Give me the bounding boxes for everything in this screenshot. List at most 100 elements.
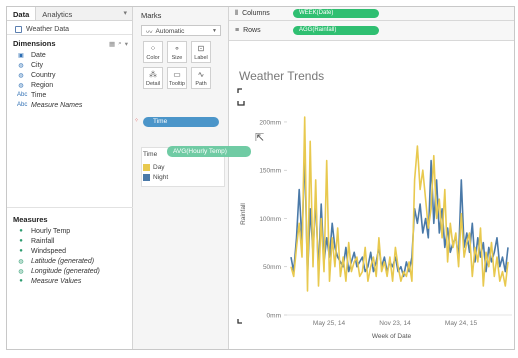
field-date[interactable]: ▣ Date (7, 50, 132, 60)
field-rainfall[interactable]: ● Rainfall (7, 236, 133, 246)
y-tick-label: 100mm (259, 216, 281, 223)
dimensions-tools: ▦ ⌕ ▾ (109, 40, 132, 48)
globe-icon: ◍ (18, 62, 24, 69)
line-icon: 〰 (146, 29, 153, 36)
label-button-label: Label (194, 55, 208, 61)
tooltip-button[interactable]: ▭ Tooltip (167, 67, 187, 89)
globe-icon: ◍ (18, 268, 24, 275)
detail-icon: ⁂ (149, 70, 157, 79)
menu-arrow-icon[interactable]: ▾ (125, 40, 128, 48)
chart-title: Weather Trends (239, 69, 325, 83)
label-button[interactable]: ⊡ Label (191, 41, 211, 63)
y-tick-label: 0mm (267, 313, 281, 320)
size-button[interactable]: ⚬ Size (167, 41, 187, 63)
rows-label-text: Rows (243, 27, 261, 34)
measure-icon: ● (19, 248, 23, 254)
datasource-item[interactable]: Weather Data (7, 21, 132, 35)
color-button-label: Color (146, 55, 160, 61)
label-icon: ⊡ (197, 44, 205, 53)
field-label: Measure Names (31, 101, 83, 109)
field-measure-names[interactable]: Abc Measure Names (7, 100, 132, 110)
size-icon: ⚬ (173, 44, 181, 53)
series-line-day (290, 116, 509, 292)
detail-button-label: Detail (145, 81, 161, 87)
field-hourly-temp[interactable]: ● Hourly Temp (7, 226, 133, 236)
path-button-label: Path (195, 81, 207, 87)
tab-analytics[interactable]: Analytics (36, 7, 78, 20)
measure-icon: ● (19, 228, 23, 234)
data-pane-tabs: Data Analytics ▾ (7, 7, 132, 21)
globe-icon: ◍ (18, 82, 24, 89)
path-button[interactable]: ∿ Path (191, 67, 211, 89)
columns-icon: ⦀ (235, 9, 239, 17)
measures-title: Measures (13, 215, 48, 224)
field-time[interactable]: Abc Time (7, 90, 132, 100)
move-cursor-icon: ⇱ (255, 132, 265, 144)
datasource-label: Weather Data (26, 25, 70, 33)
field-label: City (31, 61, 44, 69)
globe-icon: ◍ (18, 258, 24, 265)
chevron-down-icon[interactable]: ▾ (123, 7, 132, 20)
y-tick-label: 150mm (259, 168, 281, 175)
columns-label-text: Columns (242, 10, 270, 17)
measures-header: Measures (7, 211, 133, 226)
legend-label: Night (153, 174, 169, 181)
field-label: Country (31, 71, 56, 79)
tableau-window: Data Analytics ▾ Weather Data Dimensions… (6, 6, 515, 350)
tooltip-icon: ▭ (173, 70, 181, 79)
field-longitude[interactable]: ◍ Longitude (generated) (7, 266, 133, 276)
tab-data[interactable]: Data (7, 7, 37, 20)
color-pill-time[interactable]: Time (143, 117, 219, 127)
tooltip-button-label: Tooltip (169, 81, 185, 87)
x-tick-label: May 25, 14 (313, 320, 346, 327)
swatch-day (143, 164, 150, 171)
measure-icon: ● (19, 238, 23, 244)
rows-icon: ≡ (235, 27, 240, 34)
rows-shelf[interactable]: ≡ Rows AGG(Rainfall) (229, 21, 514, 41)
field-measure-values[interactable]: ● Measure Values (7, 276, 133, 286)
swatch-night (143, 174, 150, 181)
view-grid-icon[interactable]: ▦ (109, 40, 115, 48)
field-label: Latitude (generated) (31, 257, 95, 265)
legend-item-night[interactable]: Night (143, 174, 168, 181)
selection-corner (237, 101, 245, 106)
search-icon[interactable]: ⌕ (118, 40, 122, 48)
field-city[interactable]: ◍ City (7, 60, 132, 70)
selection-corner (237, 88, 242, 93)
rows-pill-agg-rainfall[interactable]: AGG(Rainfall) (293, 26, 379, 35)
field-latitude[interactable]: ◍ Latitude (generated) (7, 256, 133, 266)
field-region[interactable]: ◍ Region (7, 80, 132, 90)
y-axis-label: Rainfall (240, 203, 247, 225)
x-tick-label: Nov 23, 14 (379, 320, 411, 327)
data-pane: Data Analytics ▾ Weather Data Dimensions… (7, 7, 133, 349)
field-label: Hourly Temp (31, 227, 71, 235)
mark-type-label: Automatic (155, 27, 185, 35)
detail-button[interactable]: ⁂ Detail (143, 67, 163, 89)
legend-label: Day (153, 164, 165, 171)
abc-icon: Abc (17, 92, 28, 98)
x-tick-label: May 24, 15 (445, 320, 478, 327)
dimensions-title: Dimensions (13, 39, 56, 48)
path-icon: ∿ (197, 70, 205, 79)
abc-icon: Abc (17, 102, 28, 108)
field-label: Longitude (generated) (31, 267, 100, 275)
field-country[interactable]: ◍ Country (7, 70, 132, 80)
measure-icon: ● (19, 278, 23, 284)
legend-item-day[interactable]: Day (143, 164, 165, 171)
calendar-icon: ▣ (18, 52, 24, 59)
field-label: Region (31, 81, 54, 89)
legend-title: Time (143, 151, 158, 158)
color-button[interactable]: ⁘ Color (143, 41, 163, 63)
chevron-down-icon: ▼ (212, 28, 217, 34)
field-label: Windspeed (31, 247, 67, 255)
y-tick-label: 200mm (259, 119, 281, 126)
mark-type-select[interactable]: 〰 Automatic ▼ (141, 25, 221, 36)
field-windspeed[interactable]: ● Windspeed (7, 246, 133, 256)
selection-corner (237, 319, 242, 324)
database-icon (15, 25, 22, 33)
columns-shelf[interactable]: ⦀ Columns WEEK(Date) (229, 7, 514, 21)
y-tick-label: 50mm (263, 264, 281, 271)
columns-pill-week-date[interactable]: WEEK(Date) (293, 9, 379, 18)
color-dots-icon: ⁘ (134, 118, 140, 124)
line-chart: 200mm 150mm 100mm 50mm 0mm Rainfall May 25, 14… (237, 88, 512, 340)
